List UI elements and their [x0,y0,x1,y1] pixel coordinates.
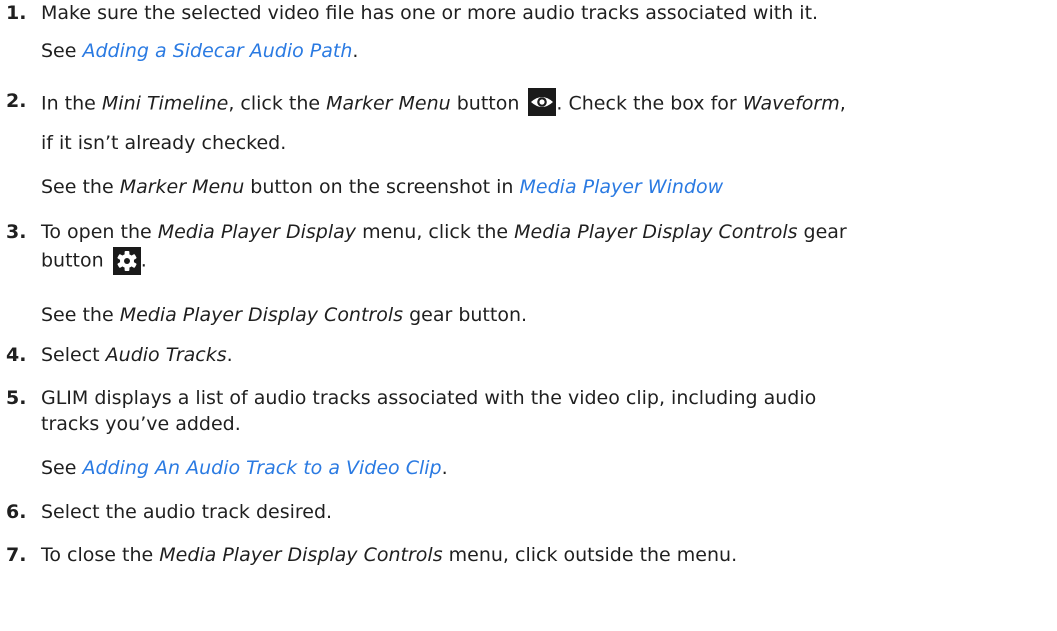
link-adding-sidecar-audio-path[interactable]: Adding a Sidecar Audio Path [82,40,352,62]
step-number: 3. [6,221,27,243]
step-number: 6. [6,501,27,523]
step-number: 7. [6,544,27,566]
step-number: 5. [6,387,27,409]
step-number: 4. [6,344,27,366]
step-text: In the Mini Timeline, click the Marker M… [41,88,846,118]
step-text: To close the Media Player Display Contro… [41,544,738,566]
step-text: GLIM displays a list of audio tracks ass… [41,387,817,409]
see-reference: See Adding An Audio Track to a Video Cli… [41,457,448,479]
link-media-player-window[interactable]: Media Player Window [520,176,724,198]
step-text: Make sure the selected video file has on… [41,2,819,24]
step-text-continued: tracks you’ve added. [41,413,241,435]
eye-icon [528,88,557,116]
step-text: Select the audio track desired. [41,501,333,523]
step-text-continued: if it isn’t already checked. [41,132,287,154]
see-reference: See the Marker Menu button on the screen… [41,176,724,198]
step-text-continued: button . [41,247,147,275]
see-reference: See Adding a Sidecar Audio Path. [41,40,359,62]
gear-icon [112,247,141,275]
step-number: 1. [6,2,27,24]
step-text: Select Audio Tracks. [41,344,233,366]
step-number: 2. [6,90,27,112]
see-reference: See the Media Player Display Controls ge… [41,304,528,326]
link-adding-audio-track[interactable]: Adding An Audio Track to a Video Clip [82,457,441,479]
step-text: To open the Media Player Display menu, c… [41,221,847,243]
